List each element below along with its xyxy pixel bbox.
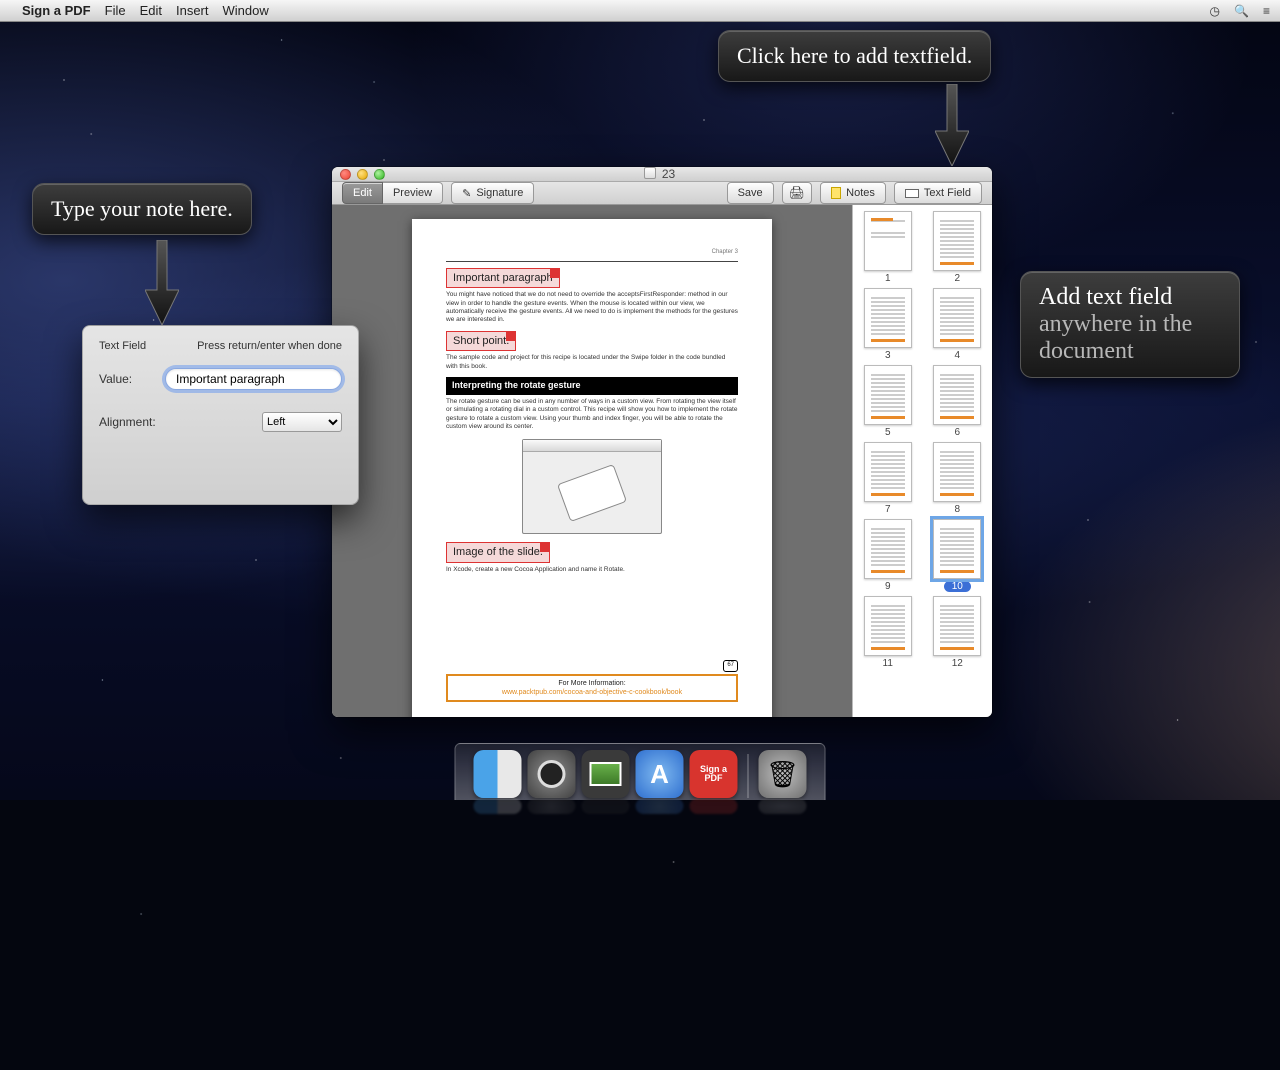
zoom-icon[interactable] <box>374 169 385 180</box>
thumbnail[interactable]: 11 <box>857 596 919 669</box>
callout-text: Type your note here. <box>51 196 233 221</box>
pen-icon <box>462 187 471 200</box>
alignment-label: Alignment: <box>99 415 169 429</box>
thumbnail-number: 5 <box>885 427 891 438</box>
print-button[interactable] <box>782 182 813 204</box>
thumbnail-number: 10 <box>944 581 971 592</box>
textfield-button[interactable]: Text Field <box>894 182 982 204</box>
dock: Sign a PDF <box>455 743 826 800</box>
preview-button[interactable]: Preview <box>383 182 443 204</box>
thumbnail-number: 2 <box>954 273 960 284</box>
value-label: Value: <box>99 372 165 386</box>
menubar-app-name[interactable]: Sign a PDF <box>22 3 91 18</box>
titlebar[interactable]: 23 <box>332 167 992 182</box>
pdf-page[interactable]: Chapter 3 Important paragraph You might … <box>412 219 772 717</box>
toolbar: Edit Preview Signature Save Notes Text F… <box>332 182 992 205</box>
thumbnail-number: 3 <box>885 350 891 361</box>
callout-text: Click here to add textfield. <box>737 43 972 68</box>
canvas[interactable]: Chapter 3 Important paragraph You might … <box>332 205 852 717</box>
arrow-icon <box>145 240 179 325</box>
info-box: For More Information: www.packtpub.com/c… <box>446 674 738 702</box>
callout-click-add: Click here to add textfield. <box>718 30 991 82</box>
thumbnail[interactable]: 5 <box>857 365 919 438</box>
thumbnail-number: 1 <box>885 273 891 284</box>
thumbnail-number: 4 <box>954 350 960 361</box>
callout-text-line2: anywhere in the document <box>1039 311 1192 364</box>
signature-button[interactable]: Signature <box>451 182 534 204</box>
thumbnail-number: 12 <box>952 658 963 669</box>
chapter-label: Chapter 3 <box>446 249 738 257</box>
menu-window[interactable]: Window <box>223 3 269 18</box>
annotation[interactable]: Important paragraph <box>446 268 560 288</box>
window-title: 23 <box>662 167 675 181</box>
section-heading: Interpreting the rotate gesture <box>446 377 738 395</box>
thumbnail-number: 9 <box>885 581 891 592</box>
thumbnail-number: 7 <box>885 504 891 515</box>
thumbnail[interactable]: 8 <box>927 442 989 515</box>
thumbnail[interactable]: 12 <box>927 596 989 669</box>
thumbnail-number: 11 <box>883 658 893 669</box>
thumbnail[interactable]: 2 <box>927 211 989 284</box>
spotlight-icon[interactable]: 🔍 <box>1234 4 1249 18</box>
popover-hint: Press return/enter when done <box>197 340 342 352</box>
thumbnail-number: 6 <box>954 427 960 438</box>
dock-iphoto-icon[interactable] <box>582 750 630 798</box>
callout-anywhere: Add text field anywhere in the document <box>1020 271 1240 378</box>
dock-appstore-icon[interactable] <box>636 750 684 798</box>
textfield-popover: Text Field Press return/enter when done … <box>82 325 359 505</box>
annotation[interactable]: Short point. <box>446 331 516 351</box>
arrow-icon <box>935 84 969 166</box>
save-button[interactable]: Save <box>727 182 774 204</box>
mac-menubar: Sign a PDF File Edit Insert Window ◷ 🔍 ≡ <box>0 0 1280 22</box>
popover-title: Text Field <box>99 340 146 352</box>
figure-window <box>522 439 662 534</box>
thumbnail[interactable]: 1 <box>857 211 919 284</box>
app-window: 23 Edit Preview Signature Save Notes Tex… <box>332 167 992 717</box>
dock-divider <box>748 754 749 798</box>
document-icon <box>644 167 656 179</box>
textfield-icon <box>905 189 919 198</box>
mode-segment: Edit Preview <box>342 182 443 204</box>
thumbnail[interactable]: 7 <box>857 442 919 515</box>
note-icon <box>831 187 841 199</box>
thumbnail[interactable]: 9 <box>857 519 919 592</box>
print-icon <box>789 185 806 201</box>
body-text: You might have noticed that we do not ne… <box>446 291 738 325</box>
callout-text-line1: Add text field <box>1039 284 1172 310</box>
thumbnail[interactable]: 3 <box>857 288 919 361</box>
callout-type-note: Type your note here. <box>32 183 252 235</box>
body-text: The sample code and project for this rec… <box>446 354 738 371</box>
info-link: www.packtpub.com/cocoa-and-objective-c-c… <box>451 688 733 697</box>
minimize-icon[interactable] <box>357 169 368 180</box>
alignment-select[interactable]: Left <box>262 412 342 432</box>
value-input[interactable] <box>165 368 342 390</box>
dock-trash-icon[interactable] <box>759 750 807 798</box>
workarea: Chapter 3 Important paragraph You might … <box>332 205 992 717</box>
thumbnail[interactable]: 4 <box>927 288 989 361</box>
notes-button[interactable]: Notes <box>820 182 886 204</box>
body-text: In Xcode, create a new Cocoa Application… <box>446 566 738 574</box>
menu-file[interactable]: File <box>105 3 126 18</box>
annotation[interactable]: Image of the slide. <box>446 542 550 562</box>
menu-insert[interactable]: Insert <box>176 3 209 18</box>
thumbnail-sidebar[interactable]: 123456789101112 <box>852 205 992 717</box>
menubar-clock-icon[interactable]: ◷ <box>1210 4 1220 18</box>
body-text: The rotate gesture can be used in any nu… <box>446 398 738 432</box>
menu-edit[interactable]: Edit <box>140 3 162 18</box>
thumbnail-number: 8 <box>954 504 960 515</box>
dock-launchpad-icon[interactable] <box>528 750 576 798</box>
thumbnail[interactable]: 6 <box>927 365 989 438</box>
menubar-menu-icon[interactable]: ≡ <box>1263 4 1270 18</box>
thumbnail[interactable]: 10 <box>927 519 989 592</box>
edit-button[interactable]: Edit <box>342 182 383 204</box>
dock-finder-icon[interactable] <box>474 750 522 798</box>
dock-signpdf-icon[interactable]: Sign a PDF <box>690 750 738 798</box>
close-icon[interactable] <box>340 169 351 180</box>
page-number: 67 <box>723 660 738 672</box>
